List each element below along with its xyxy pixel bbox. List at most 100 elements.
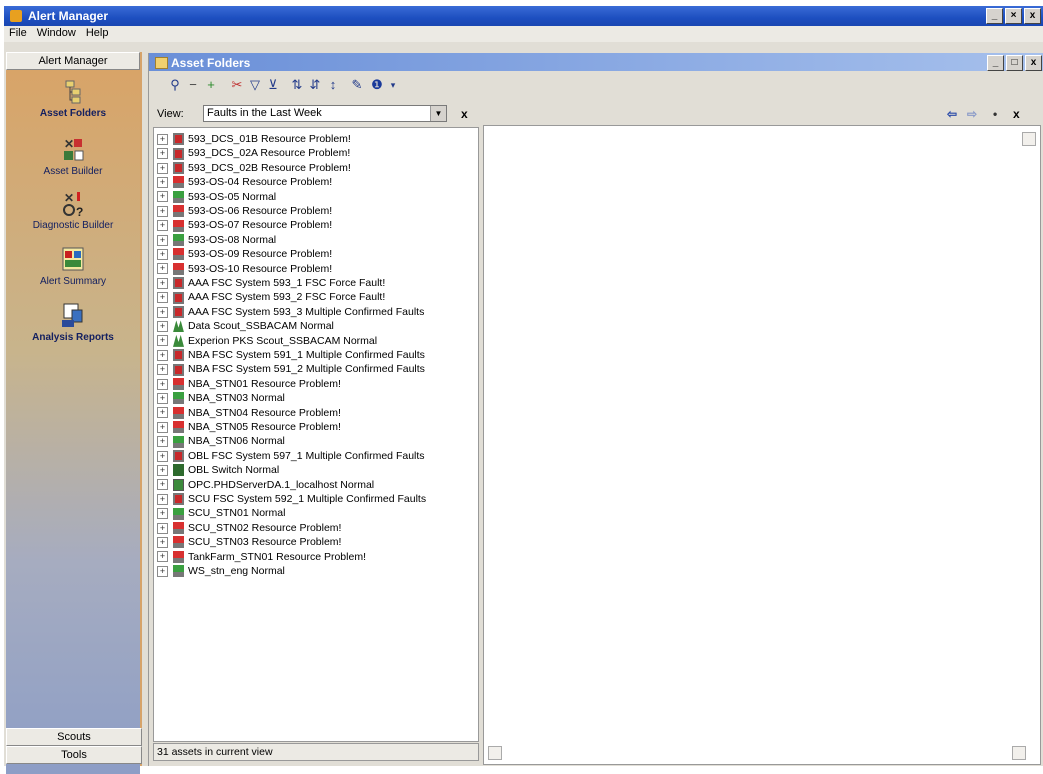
back-arrow-icon[interactable]: ⇦: [947, 107, 957, 121]
chevron-down-icon[interactable]: ▼: [430, 106, 446, 121]
tree-row[interactable]: + SCU_STN03 Resource Problem!: [157, 535, 341, 549]
tree-row[interactable]: + Data Scout_SSBACAM Normal: [157, 319, 334, 333]
pin-icon[interactable]: •: [993, 107, 997, 121]
sort-descending-icon[interactable]: ⇵: [307, 77, 323, 93]
tree-row[interactable]: + NBA_STN03 Normal: [157, 391, 285, 405]
expand-icon[interactable]: +: [157, 364, 168, 376]
find-icon[interactable]: ⚲: [167, 77, 183, 93]
expand-icon[interactable]: +: [157, 450, 168, 462]
expand-icon[interactable]: +: [157, 176, 168, 188]
tree-row[interactable]: + NBA_STN06 Normal: [157, 434, 285, 448]
dropdown-arrow-icon[interactable]: ▾: [385, 77, 401, 93]
help-icon[interactable]: ❶: [369, 77, 385, 93]
sidebar-item-diagnostic-builder[interactable]: ✕ ? Diagnostic Builder: [6, 190, 140, 231]
expand-icon[interactable]: +: [157, 277, 168, 289]
expand-icon[interactable]: +: [157, 292, 168, 304]
tree-row[interactable]: + NBA FSC System 591_1 Multiple Confirmed…: [157, 348, 425, 362]
child-close-button[interactable]: x: [1025, 55, 1042, 71]
sidebar-header[interactable]: Alert Manager: [6, 52, 140, 70]
child-minimize-button[interactable]: _: [987, 55, 1004, 71]
sidebar-item-asset-builder[interactable]: ✕ Asset Builder: [6, 136, 140, 177]
forward-arrow-icon[interactable]: ⇨: [967, 107, 977, 121]
expand-icon[interactable]: +: [157, 162, 168, 174]
tree-row[interactable]: + AAA FSC System 593_2 FSC Force Fault!: [157, 290, 385, 304]
expand-icon[interactable]: +: [157, 493, 168, 505]
plus-icon[interactable]: +: [203, 77, 219, 93]
tree-row[interactable]: +593-OS-05 Normal: [157, 190, 276, 204]
expand-icon[interactable]: +: [157, 306, 168, 318]
minus-icon[interactable]: −: [185, 77, 201, 93]
expand-icon[interactable]: +: [157, 148, 168, 160]
tree-row[interactable]: + OBL FSC System 597_1 Multiple Confirmed…: [157, 449, 425, 463]
expand-icon[interactable]: +: [157, 508, 168, 520]
child-maximize-button[interactable]: □: [1006, 55, 1023, 71]
funnel-icon[interactable]: ▽: [247, 77, 263, 93]
expand-icon[interactable]: +: [157, 349, 168, 361]
tree-row[interactable]: + SCU_STN02 Resource Problem!: [157, 521, 341, 535]
view-close-button[interactable]: x: [461, 107, 468, 121]
asset-tree[interactable]: +593_DCS_01B Resource Problem! +593_DCS_0…: [153, 127, 479, 742]
tree-row[interactable]: +593-OS-04 Resource Problem!: [157, 175, 332, 189]
expand-icon[interactable]: +: [157, 407, 168, 419]
tree-row[interactable]: + AAA FSC System 593_3 Multiple Confirmed…: [157, 305, 424, 319]
menu-file[interactable]: File: [4, 26, 32, 39]
tree-row[interactable]: + SCU FSC System 592_1 Multiple Confirmed…: [157, 492, 426, 506]
tree-row[interactable]: +593_DCS_02B Resource Problem!: [157, 161, 351, 175]
view-select[interactable]: Faults in the Last Week ▼: [203, 105, 447, 122]
expand-icon[interactable]: +: [157, 565, 168, 577]
tree-row[interactable]: + NBA FSC System 591_2 Multiple Confirmed…: [157, 362, 425, 376]
tree-row[interactable]: +593-OS-06 Resource Problem!: [157, 204, 332, 218]
tree-row[interactable]: +593_DCS_02A Resource Problem!: [157, 146, 350, 160]
expand-icon[interactable]: +: [157, 536, 168, 548]
expand-icon[interactable]: +: [157, 436, 168, 448]
expand-icon[interactable]: +: [157, 421, 168, 433]
sidebar-scouts-button[interactable]: Scouts: [6, 728, 142, 746]
expand-icon[interactable]: +: [157, 234, 168, 246]
sidebar-tools-button[interactable]: Tools: [6, 746, 142, 764]
menu-window[interactable]: Window: [32, 26, 81, 39]
tree-row[interactable]: + OBL Switch Normal: [157, 463, 279, 477]
tree-row[interactable]: + NBA_STN01 Resource Problem!: [157, 377, 341, 391]
tree-row[interactable]: + OPC.PHDServerDA.1_localhost Normal: [157, 478, 374, 492]
detail-close-button[interactable]: x: [1013, 107, 1020, 121]
clear-filter-icon[interactable]: ⊻: [265, 77, 281, 93]
sidebar-item-analysis-reports[interactable]: Analysis Reports: [6, 302, 140, 343]
tree-row[interactable]: +593-OS-10 Resource Problem!: [157, 262, 332, 276]
menu-help[interactable]: Help: [81, 26, 114, 39]
tree-row[interactable]: + AAA FSC System 593_1 FSC Force Fault!: [157, 276, 385, 290]
expand-icon[interactable]: +: [157, 378, 168, 390]
edit-icon[interactable]: ✎: [349, 77, 365, 93]
filter-tool-icon[interactable]: ✂: [229, 77, 245, 93]
tree-row[interactable]: +593-OS-08 Normal: [157, 233, 276, 247]
expand-icon[interactable]: +: [157, 133, 168, 145]
expand-icon[interactable]: +: [157, 248, 168, 260]
expand-icon[interactable]: +: [157, 392, 168, 404]
restore-button[interactable]: ×: [1005, 8, 1022, 24]
expand-icon[interactable]: +: [157, 320, 168, 332]
tree-row[interactable]: +593-OS-09 Resource Problem!: [157, 247, 332, 261]
expand-icon[interactable]: +: [157, 191, 168, 203]
expand-icon[interactable]: +: [157, 263, 168, 275]
sidebar-item-asset-folders[interactable]: Asset Folders: [6, 78, 140, 119]
expand-icon[interactable]: +: [157, 220, 168, 232]
tree-row[interactable]: + TankFarm_STN01 Resource Problem!: [157, 550, 366, 564]
expand-icon[interactable]: +: [157, 464, 168, 476]
close-button[interactable]: x: [1024, 8, 1041, 24]
tree-row[interactable]: + NBA_STN04 Resource Problem!: [157, 406, 341, 420]
scroll-up-icon[interactable]: [1022, 132, 1036, 146]
tree-row[interactable]: + SCU_STN01 Normal: [157, 506, 285, 520]
tree-row[interactable]: +593_DCS_01B Resource Problem!: [157, 132, 351, 146]
scroll-right-icon[interactable]: [1012, 746, 1026, 760]
sidebar-item-alert-summary[interactable]: Alert Summary: [6, 246, 140, 287]
tree-row[interactable]: + NBA_STN05 Resource Problem!: [157, 420, 341, 434]
expand-icon[interactable]: +: [157, 551, 168, 563]
tree-row[interactable]: + Experion PKS Scout_SSBACAM Normal: [157, 334, 377, 348]
expand-icon[interactable]: +: [157, 205, 168, 217]
sort-ascending-icon[interactable]: ⇅: [289, 77, 305, 93]
minimize-button[interactable]: _: [986, 8, 1003, 24]
tree-row[interactable]: + WS_stn_eng Normal: [157, 564, 285, 578]
sort-icon[interactable]: ↕: [325, 77, 341, 93]
scroll-left-icon[interactable]: [488, 746, 502, 760]
expand-icon[interactable]: +: [157, 479, 168, 491]
tree-row[interactable]: +593-OS-07 Resource Problem!: [157, 218, 332, 232]
